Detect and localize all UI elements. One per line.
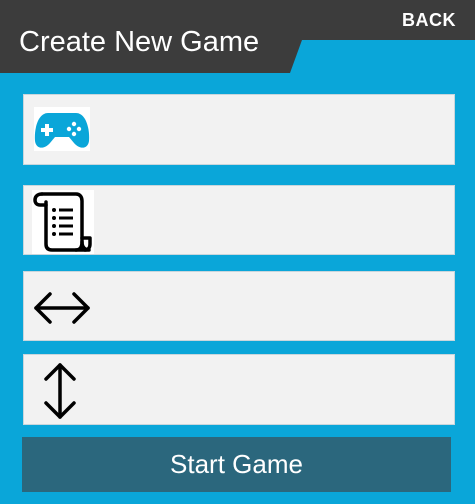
page-title: Create New Game	[19, 26, 260, 58]
gamepad-icon	[34, 107, 90, 151]
vertical-arrows-icon	[44, 363, 76, 419]
start-game-button[interactable]: Start Game	[22, 437, 451, 492]
game-description-input[interactable]	[104, 186, 454, 254]
game-width-field[interactable]	[23, 271, 455, 341]
scroll-document-icon	[32, 190, 94, 254]
game-name-input[interactable]	[104, 95, 454, 164]
horizontal-arrows-icon	[34, 292, 90, 324]
game-height-field[interactable]	[23, 354, 455, 425]
back-button[interactable]: BACK	[402, 10, 456, 31]
game-height-input[interactable]	[104, 355, 454, 424]
game-width-input[interactable]	[104, 272, 454, 340]
game-name-field[interactable]	[23, 94, 455, 165]
game-description-field[interactable]	[23, 185, 455, 255]
header-bar: Create New Game BACK	[0, 0, 475, 73]
